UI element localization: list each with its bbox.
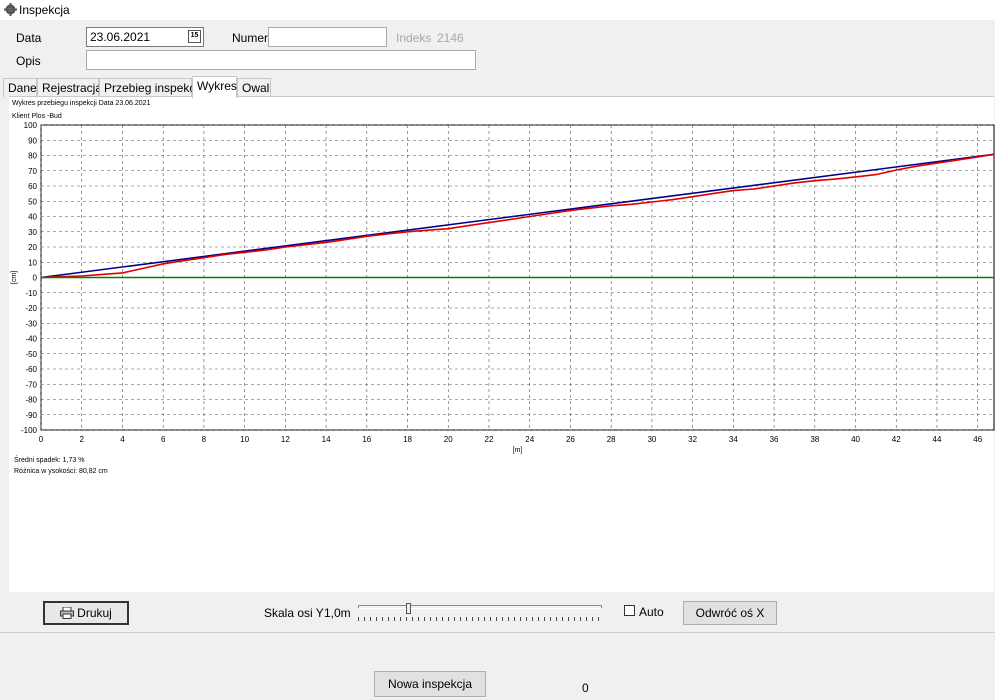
x-tick-label: 38 bbox=[810, 435, 819, 444]
x-tick-label: 30 bbox=[647, 435, 656, 444]
slider-track bbox=[358, 605, 602, 609]
x-tick-label: 22 bbox=[485, 435, 494, 444]
x-tick-label: 12 bbox=[281, 435, 290, 444]
y-tick-label: -30 bbox=[25, 319, 37, 328]
x-tick-label: 14 bbox=[322, 435, 331, 444]
y-tick-label: 100 bbox=[24, 121, 38, 130]
x-axis-label: [m] bbox=[513, 447, 523, 454]
new-inspection-label: Nowa inspekcja bbox=[387, 677, 473, 691]
counter-value: 0 bbox=[582, 681, 589, 695]
flip-x-label: Odwróć oś X bbox=[695, 606, 765, 620]
y-tick-label: 60 bbox=[28, 182, 37, 191]
x-tick-label: 46 bbox=[973, 435, 982, 444]
x-tick-label: 6 bbox=[161, 435, 166, 444]
y-tick-label: -10 bbox=[25, 289, 37, 298]
auto-label: Auto bbox=[639, 605, 664, 619]
avg-slope-text: Średni spadek: 1,73 % bbox=[14, 457, 85, 464]
y-tick-label: -70 bbox=[25, 380, 37, 389]
x-tick-label: 26 bbox=[566, 435, 575, 444]
x-tick-label: 32 bbox=[688, 435, 697, 444]
skala-label: Skala osi Y bbox=[264, 606, 324, 620]
y-axis-label: [cm] bbox=[11, 271, 18, 284]
tab-wykres[interactable]: Wykres bbox=[192, 76, 237, 98]
x-tick-label: 28 bbox=[607, 435, 616, 444]
x-tick-label: 10 bbox=[240, 435, 249, 444]
y-tick-label: 70 bbox=[28, 167, 37, 176]
y-tick-label: 0 bbox=[33, 274, 38, 283]
x-tick-label: 2 bbox=[79, 435, 84, 444]
flip-x-button[interactable]: Odwróć oś X bbox=[683, 601, 777, 625]
slider-ticks bbox=[358, 617, 602, 621]
x-tick-label: 24 bbox=[525, 435, 534, 444]
x-tick-label: 34 bbox=[729, 435, 738, 444]
y-tick-label: -90 bbox=[25, 411, 37, 420]
height-diff-text: Różnica w ysokości: 80,82 cm bbox=[14, 468, 108, 475]
skala-slider[interactable] bbox=[358, 603, 602, 623]
x-tick-label: 4 bbox=[120, 435, 125, 444]
x-tick-label: 44 bbox=[933, 435, 942, 444]
printer-icon bbox=[60, 606, 75, 619]
auto-checkbox[interactable] bbox=[624, 605, 635, 616]
y-tick-label: 40 bbox=[28, 213, 37, 222]
x-tick-label: 8 bbox=[202, 435, 207, 444]
y-tick-label: -60 bbox=[25, 365, 37, 374]
y-tick-label: -20 bbox=[25, 304, 37, 313]
x-tick-label: 40 bbox=[851, 435, 860, 444]
new-inspection-button[interactable]: Nowa inspekcja bbox=[374, 671, 486, 697]
y-tick-label: 90 bbox=[28, 136, 37, 145]
x-tick-label: 16 bbox=[362, 435, 371, 444]
print-button[interactable]: Drukuj bbox=[43, 601, 129, 625]
y-tick-label: -80 bbox=[25, 396, 37, 405]
inspection-chart: 1009080706050403020100-10-20-30-40-50-60… bbox=[11, 121, 995, 454]
x-tick-label: 0 bbox=[39, 435, 44, 444]
print-label: Drukuj bbox=[77, 606, 112, 620]
y-tick-label: -50 bbox=[25, 350, 37, 359]
x-tick-label: 18 bbox=[403, 435, 412, 444]
y-tick-label: 30 bbox=[28, 228, 37, 237]
y-tick-label: -40 bbox=[25, 335, 37, 344]
y-tick-label: -100 bbox=[21, 426, 38, 435]
slider-thumb[interactable] bbox=[406, 603, 411, 614]
y-tick-label: 80 bbox=[28, 152, 37, 161]
x-tick-label: 42 bbox=[892, 435, 901, 444]
y-tick-label: 20 bbox=[28, 243, 37, 252]
y-tick-label: 50 bbox=[28, 197, 37, 206]
x-tick-label: 36 bbox=[770, 435, 779, 444]
y-tick-label: 10 bbox=[28, 258, 37, 267]
skala-value: 1,0m bbox=[324, 606, 351, 620]
separator bbox=[0, 632, 995, 633]
x-tick-label: 20 bbox=[444, 435, 453, 444]
